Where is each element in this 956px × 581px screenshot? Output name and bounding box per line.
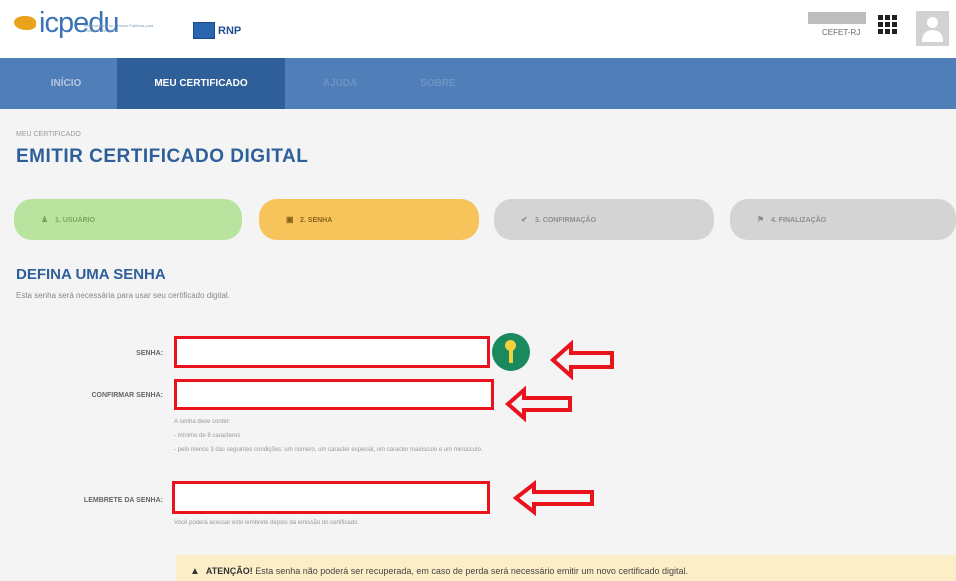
step-confirmacao[interactable]: ✔ 3. CONFIRMAÇÃO — [494, 199, 714, 240]
step-senha[interactable]: ▣ 2. SENHA — [259, 199, 479, 240]
user-name-redacted — [808, 12, 866, 24]
password-rule: - pelo menos 3 das seguintes condições: … — [174, 447, 483, 453]
password-reminder-label: LEMBRETE DA SENHA: — [83, 497, 163, 504]
section-title: DEFINA UMA SENHA — [16, 266, 166, 283]
user-organization: CEFET-RJ — [822, 28, 861, 37]
rnp-logo[interactable]: RNP — [193, 22, 241, 39]
nav-ajuda[interactable]: AJUDA — [300, 58, 380, 109]
avatar[interactable] — [916, 11, 949, 46]
left-arrow-icon — [504, 386, 572, 422]
step-finalizacao[interactable]: ⚑ 4. FINALIZAÇÃO — [730, 199, 956, 240]
step-label: 4. FINALIZAÇÃO — [771, 217, 827, 224]
check-circle-icon: ✔ — [521, 215, 528, 224]
password-rules-title: A senha deve conter: — [174, 419, 231, 425]
rnp-logo-mark — [193, 22, 215, 39]
password-field[interactable] — [174, 336, 490, 368]
left-arrow-icon — [550, 340, 614, 380]
step-label: 1. USUÁRIO — [55, 217, 96, 224]
key-icon[interactable] — [492, 333, 530, 371]
flag-icon: ⚑ — [757, 215, 765, 224]
nav-meu-certificado[interactable]: MEU CERTIFICADO — [117, 58, 285, 109]
confirm-password-field[interactable] — [174, 379, 494, 410]
step-label: 3. CONFIRMAÇÃO — [535, 217, 597, 224]
icpedu-logo-mark — [14, 16, 36, 30]
user-info[interactable]: CEFET-RJ — [808, 12, 866, 37]
reminder-hint: Você poderá acessar este lembrete depois… — [174, 520, 360, 526]
top-header: icpedu Infraestrutura de Chaves Públicas… — [0, 0, 956, 58]
step-label: 2. SENHA — [300, 217, 333, 224]
rnp-logo-text: RNP — [218, 24, 242, 37]
nav-sobre[interactable]: SOBRE — [398, 58, 478, 109]
main-nav: INÍCIO MEU CERTIFICADO AJUDA SOBRE — [0, 58, 956, 109]
nav-inicio[interactable]: INÍCIO — [26, 58, 106, 109]
lock-icon: ▣ — [286, 215, 294, 224]
section-subtitle: Esta senha será necessária para usar seu… — [16, 291, 230, 300]
password-reminder-field[interactable] — [172, 481, 490, 514]
password-label: SENHA: — [136, 350, 163, 357]
user-icon: ♟ — [41, 215, 49, 224]
icpedu-logo-subtitle: Infraestrutura de Chaves Públicas para E… — [84, 23, 154, 33]
warning-alert: ▲ ATENÇÃO! Esta senha não poderá ser recu… — [176, 555, 956, 581]
grid-icon[interactable] — [878, 15, 897, 34]
alert-title: ATENÇÃO! — [205, 566, 253, 576]
left-arrow-icon — [512, 480, 594, 516]
password-rule: - mínimo de 8 caracteres — [174, 433, 241, 439]
warning-icon: ▲ — [190, 566, 200, 577]
alert-text: Esta senha não poderá ser recuperada, em… — [252, 566, 688, 576]
confirm-password-label: CONFIRMAR SENHA: — [91, 392, 163, 399]
page-title: EMITIR CERTIFICADO DIGITAL — [16, 146, 309, 167]
breadcrumb[interactable]: MEU CERTIFICADO — [16, 131, 81, 138]
step-usuario[interactable]: ♟ 1. USUÁRIO — [14, 199, 242, 240]
